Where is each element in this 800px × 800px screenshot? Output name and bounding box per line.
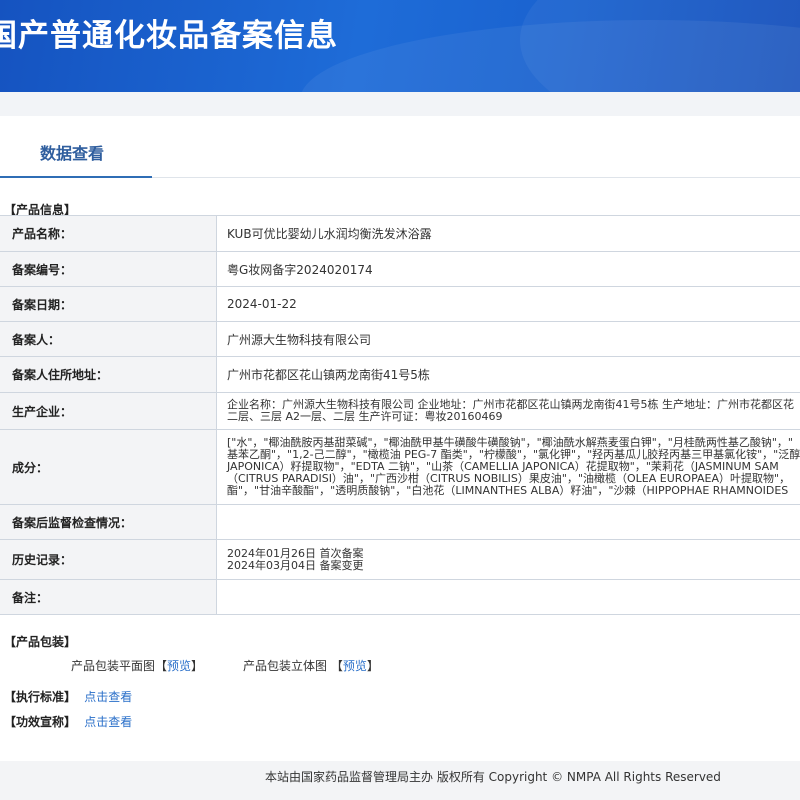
registrant-value: 广州源大生物科技有限公司 bbox=[227, 332, 372, 347]
row-label: 成分： bbox=[0, 430, 217, 504]
row-label: 备案日期： bbox=[0, 287, 217, 321]
row-label: 备案编号： bbox=[0, 252, 217, 286]
efficacy-view-link[interactable]: 点击查看 bbox=[84, 715, 132, 729]
table-row: 备案人住所地址： 广州市花都区花山镇两龙南街41号5栋 bbox=[0, 357, 800, 393]
page-title: 国产普通化妆品备案信息 bbox=[0, 18, 338, 54]
history-value: 2024年01月26日 首次备案 2024年03月04日 备案变更 bbox=[217, 540, 800, 579]
row-label: 备案人： bbox=[0, 322, 217, 356]
row-label: 备注： bbox=[0, 580, 217, 614]
packaging-solid-item: 产品包装立体图 【预览】 bbox=[243, 659, 379, 673]
efficacy-section: 【功效宣称】 点击查看 bbox=[4, 713, 132, 730]
table-row: 成分： ["水"，"椰油酰胺丙基甜菜碱"，"椰油酰甲基牛磺酸牛磺酸钠"，"椰油酰… bbox=[0, 430, 800, 505]
manufacturer-line: 二层、三层 A2一层、二层 生产许可证：粤妆20160469 bbox=[227, 410, 503, 423]
row-label: 生产企业： bbox=[0, 393, 217, 429]
history-line: 2024年03月04日 备案变更 bbox=[227, 558, 364, 572]
registrant-address-value: 广州市花都区花山镇两龙南街41号5栋 bbox=[227, 368, 430, 382]
table-row: 产品名称： KUB可优比婴幼儿水润均衡洗发沐浴露 bbox=[0, 216, 800, 252]
standard-view-link[interactable]: 点击查看 bbox=[84, 690, 132, 704]
tab-data-view-label: 数据查看 bbox=[40, 144, 105, 163]
packaging-solid-preview-link[interactable]: 预览 bbox=[343, 659, 367, 673]
table-row: 备注： bbox=[0, 580, 800, 615]
packaging-flat-item: 产品包装平面图【预览】 bbox=[71, 659, 204, 673]
row-label: 备案后监督检查情况： bbox=[0, 505, 217, 539]
post-inspection-value bbox=[217, 505, 800, 539]
row-label: 产品名称： bbox=[0, 216, 217, 251]
table-row: 备案人： 广州源大生物科技有限公司 bbox=[0, 322, 800, 357]
packaging-flat-preview-link[interactable]: 预览 bbox=[167, 659, 191, 673]
packaging-flat-label: 产品包装平面图 bbox=[71, 659, 156, 673]
table-row: 备案编号： 粤G妆网备字2024020174 bbox=[0, 252, 800, 287]
table-row: 生产企业： 企业名称：广州源大生物科技有限公司 企业地址：广州市花都区花山镇两龙… bbox=[0, 393, 800, 430]
history-line: 2024年01月26日 首次备案 bbox=[227, 546, 364, 560]
table-row: 备案后监督检查情况： bbox=[0, 505, 800, 540]
ingredients-value: ["水"，"椰油酰胺丙基甜菜碱"，"椰油酰甲基牛磺酸牛磺酸钠"，"椰油酰水解燕麦… bbox=[217, 430, 800, 504]
row-label: 历史记录： bbox=[0, 540, 217, 579]
header-banner: 国产普通化妆品备案信息 bbox=[0, 0, 800, 92]
packaging-solid-label: 产品包装立体图 bbox=[243, 659, 328, 673]
product-name-value: KUB可优比婴幼儿水润均衡洗发沐浴露 bbox=[227, 227, 432, 241]
manufacturer-value: 企业名称：广州源大生物科技有限公司 企业地址：广州市花都区花山镇两龙南街41号5… bbox=[217, 393, 800, 429]
registration-date-value: 2024-01-22 bbox=[227, 297, 297, 311]
remarks-value bbox=[217, 580, 800, 614]
table-row: 备案日期： 2024-01-22 bbox=[0, 287, 800, 322]
header-divider-band bbox=[0, 92, 800, 116]
packaging-section-title: 【产品包装】 bbox=[4, 635, 77, 649]
footer-copyright: 本站由国家药品监督管理局主办 版权所有 Copyright © NMPA All… bbox=[265, 770, 721, 784]
standard-section-title: 【执行标准】 bbox=[4, 690, 77, 704]
standard-section: 【执行标准】 点击查看 bbox=[4, 688, 132, 705]
footer: 本站由国家药品监督管理局主办 版权所有 Copyright © NMPA All… bbox=[0, 761, 800, 800]
tab-data-view[interactable]: 数据查看 bbox=[0, 116, 152, 178]
tab-bar: 数据查看 bbox=[0, 116, 800, 178]
banner-decoration bbox=[520, 0, 800, 92]
registration-number-value: 粤G妆网备字2024020174 bbox=[227, 262, 373, 277]
efficacy-section-title: 【功效宣称】 bbox=[4, 715, 77, 729]
ingredients-line: 酯"，"甘油辛酸酯"，"透明质酸钠"，"白池花（LIMNANTHES ALBA）… bbox=[227, 484, 789, 497]
row-label: 备案人住所地址： bbox=[0, 357, 217, 392]
table-row: 历史记录： 2024年01月26日 首次备案 2024年03月04日 备案变更 bbox=[0, 540, 800, 580]
product-info-table: 产品名称： KUB可优比婴幼儿水润均衡洗发沐浴露 备案编号： 粤G妆网备字202… bbox=[0, 215, 800, 615]
